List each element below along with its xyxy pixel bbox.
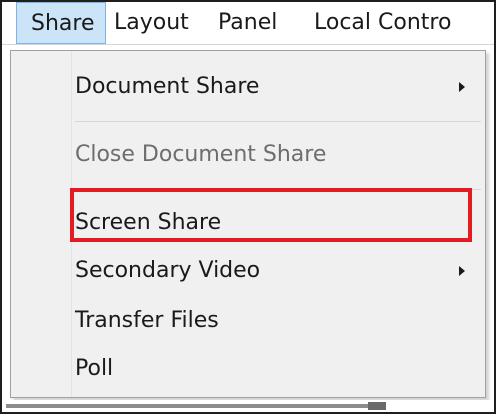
underlying-scrollbar-thumb xyxy=(368,402,386,410)
menu-layout[interactable]: Layout xyxy=(114,2,189,44)
share-dropdown-menu: Document Share Close Document Share Scre… xyxy=(10,50,486,398)
underlying-scrollbar-track xyxy=(6,404,376,408)
menu-item-close-document-share: Close Document Share xyxy=(75,133,475,177)
underlying-window-fragment xyxy=(2,400,494,412)
menu-item-secondary-video[interactable]: Secondary Video xyxy=(75,249,475,293)
submenu-arrow-icon xyxy=(459,82,465,92)
menu-share[interactable]: Share xyxy=(16,2,106,44)
menu-local-control[interactable]: Local Contro xyxy=(314,2,451,44)
menu-bar: Share Layout Panel Local Contro xyxy=(2,2,494,45)
menu-item-label: Transfer Files xyxy=(75,308,219,333)
menu-item-poll[interactable]: Poll xyxy=(75,347,475,391)
menu-item-label: Poll xyxy=(75,356,114,381)
menu-item-label: Document Share xyxy=(75,74,260,99)
submenu-arrow-icon xyxy=(459,266,465,276)
menu-item-screen-share[interactable]: Screen Share xyxy=(75,201,475,245)
menu-separator xyxy=(75,121,481,122)
app-window: Share Layout Panel Local Contro Document… xyxy=(0,0,496,414)
menu-item-label: Screen Share xyxy=(75,210,222,235)
menu-icon-gutter xyxy=(11,51,72,397)
menu-item-transfer-files[interactable]: Transfer Files xyxy=(75,299,475,343)
menu-item-label: Secondary Video xyxy=(75,258,261,283)
menu-item-document-share[interactable]: Document Share xyxy=(75,65,475,109)
menu-panel[interactable]: Panel xyxy=(218,2,277,44)
menu-separator xyxy=(75,189,481,190)
menu-item-label: Close Document Share xyxy=(75,142,327,167)
